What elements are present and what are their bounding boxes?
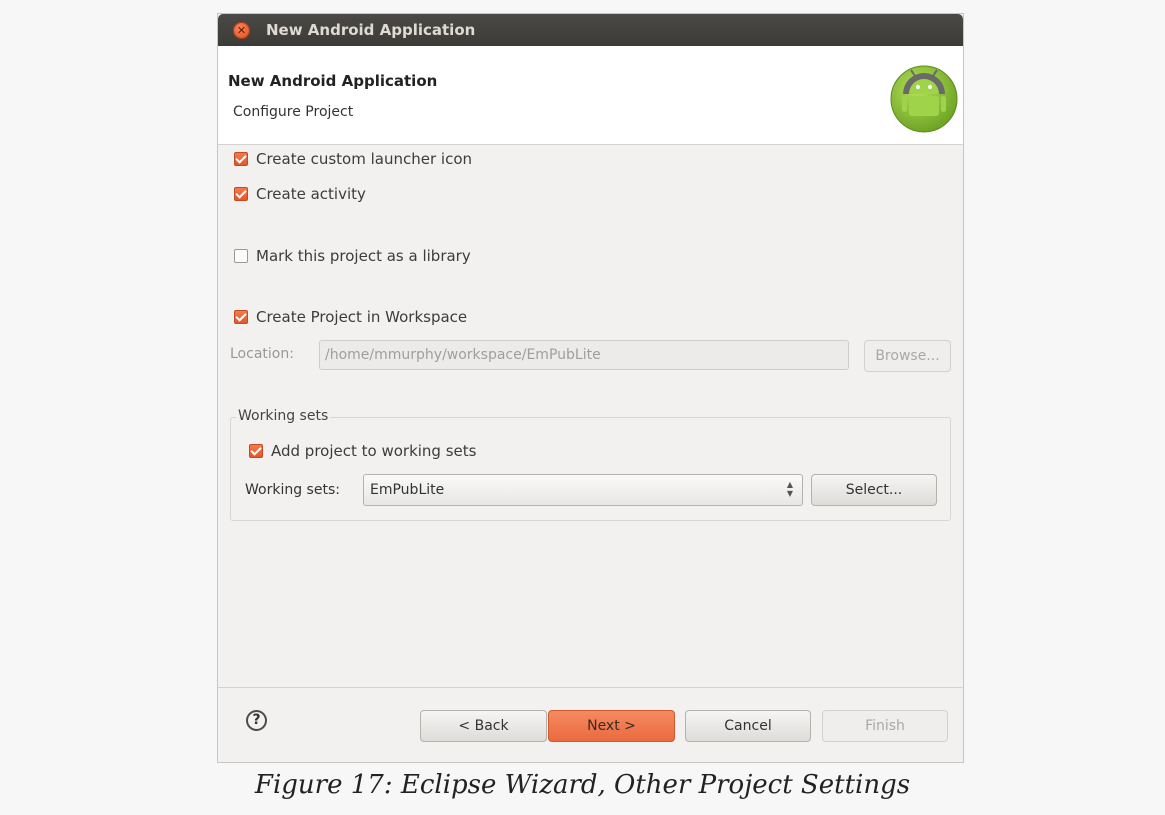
workspace-option[interactable]: Create Project in Workspace [234, 308, 467, 326]
library-label: Mark this project as a library [256, 247, 471, 265]
workspace-label: Create Project in Workspace [256, 308, 468, 326]
workspace-checkbox[interactable] [234, 310, 248, 324]
add-working-sets-option[interactable]: Add project to working sets [249, 442, 476, 460]
next-button[interactable]: Next > [548, 710, 675, 742]
location-field[interactable]: /home/mmurphy/workspace/EmPubLite [319, 340, 849, 370]
close-button[interactable]: ✕ [233, 22, 250, 39]
library-option[interactable]: Mark this project as a library [234, 247, 471, 265]
cancel-button[interactable]: Cancel [685, 710, 811, 742]
finish-button[interactable]: Finish [822, 710, 948, 742]
window-title: New Android Application [266, 21, 476, 39]
close-icon: ✕ [236, 24, 247, 37]
create-activity-label: Create activity [256, 185, 366, 203]
custom-launcher-checkbox[interactable] [234, 152, 248, 166]
create-activity-option[interactable]: Create activity [234, 185, 366, 203]
working-sets-value: EmPubLite [370, 482, 445, 498]
add-working-sets-label: Add project to working sets [271, 442, 477, 460]
help-icon[interactable]: ? [246, 710, 267, 731]
wizard-window: ✕ New Android Application New Android Ap… [217, 13, 964, 763]
footer-divider [218, 687, 963, 688]
page-subtitle: Configure Project [233, 104, 354, 120]
custom-launcher-option[interactable]: Create custom launcher icon [234, 150, 472, 168]
title-bar: ✕ New Android Application [218, 14, 963, 46]
library-checkbox[interactable] [234, 249, 248, 263]
back-button[interactable]: < Back [420, 710, 547, 742]
working-sets-combo[interactable]: EmPubLite ▲ ▼ [363, 474, 803, 506]
android-icon [890, 65, 958, 133]
updown-arrows-icon: ▲ ▼ [786, 480, 794, 498]
wizard-header: New Android Application Configure Projec… [218, 46, 963, 145]
location-label: Location: [230, 346, 294, 362]
figure-caption: Figure 17: Eclipse Wizard, Other Project… [254, 770, 911, 800]
create-activity-checkbox[interactable] [234, 187, 248, 201]
working-sets-legend: Working sets [236, 408, 331, 424]
working-sets-field-label: Working sets: [245, 482, 340, 498]
page-title: New Android Application [228, 72, 438, 90]
custom-launcher-label: Create custom launcher icon [256, 150, 473, 168]
browse-button[interactable]: Browse... [864, 340, 951, 372]
add-working-sets-checkbox[interactable] [249, 444, 263, 458]
select-button[interactable]: Select... [811, 474, 937, 506]
